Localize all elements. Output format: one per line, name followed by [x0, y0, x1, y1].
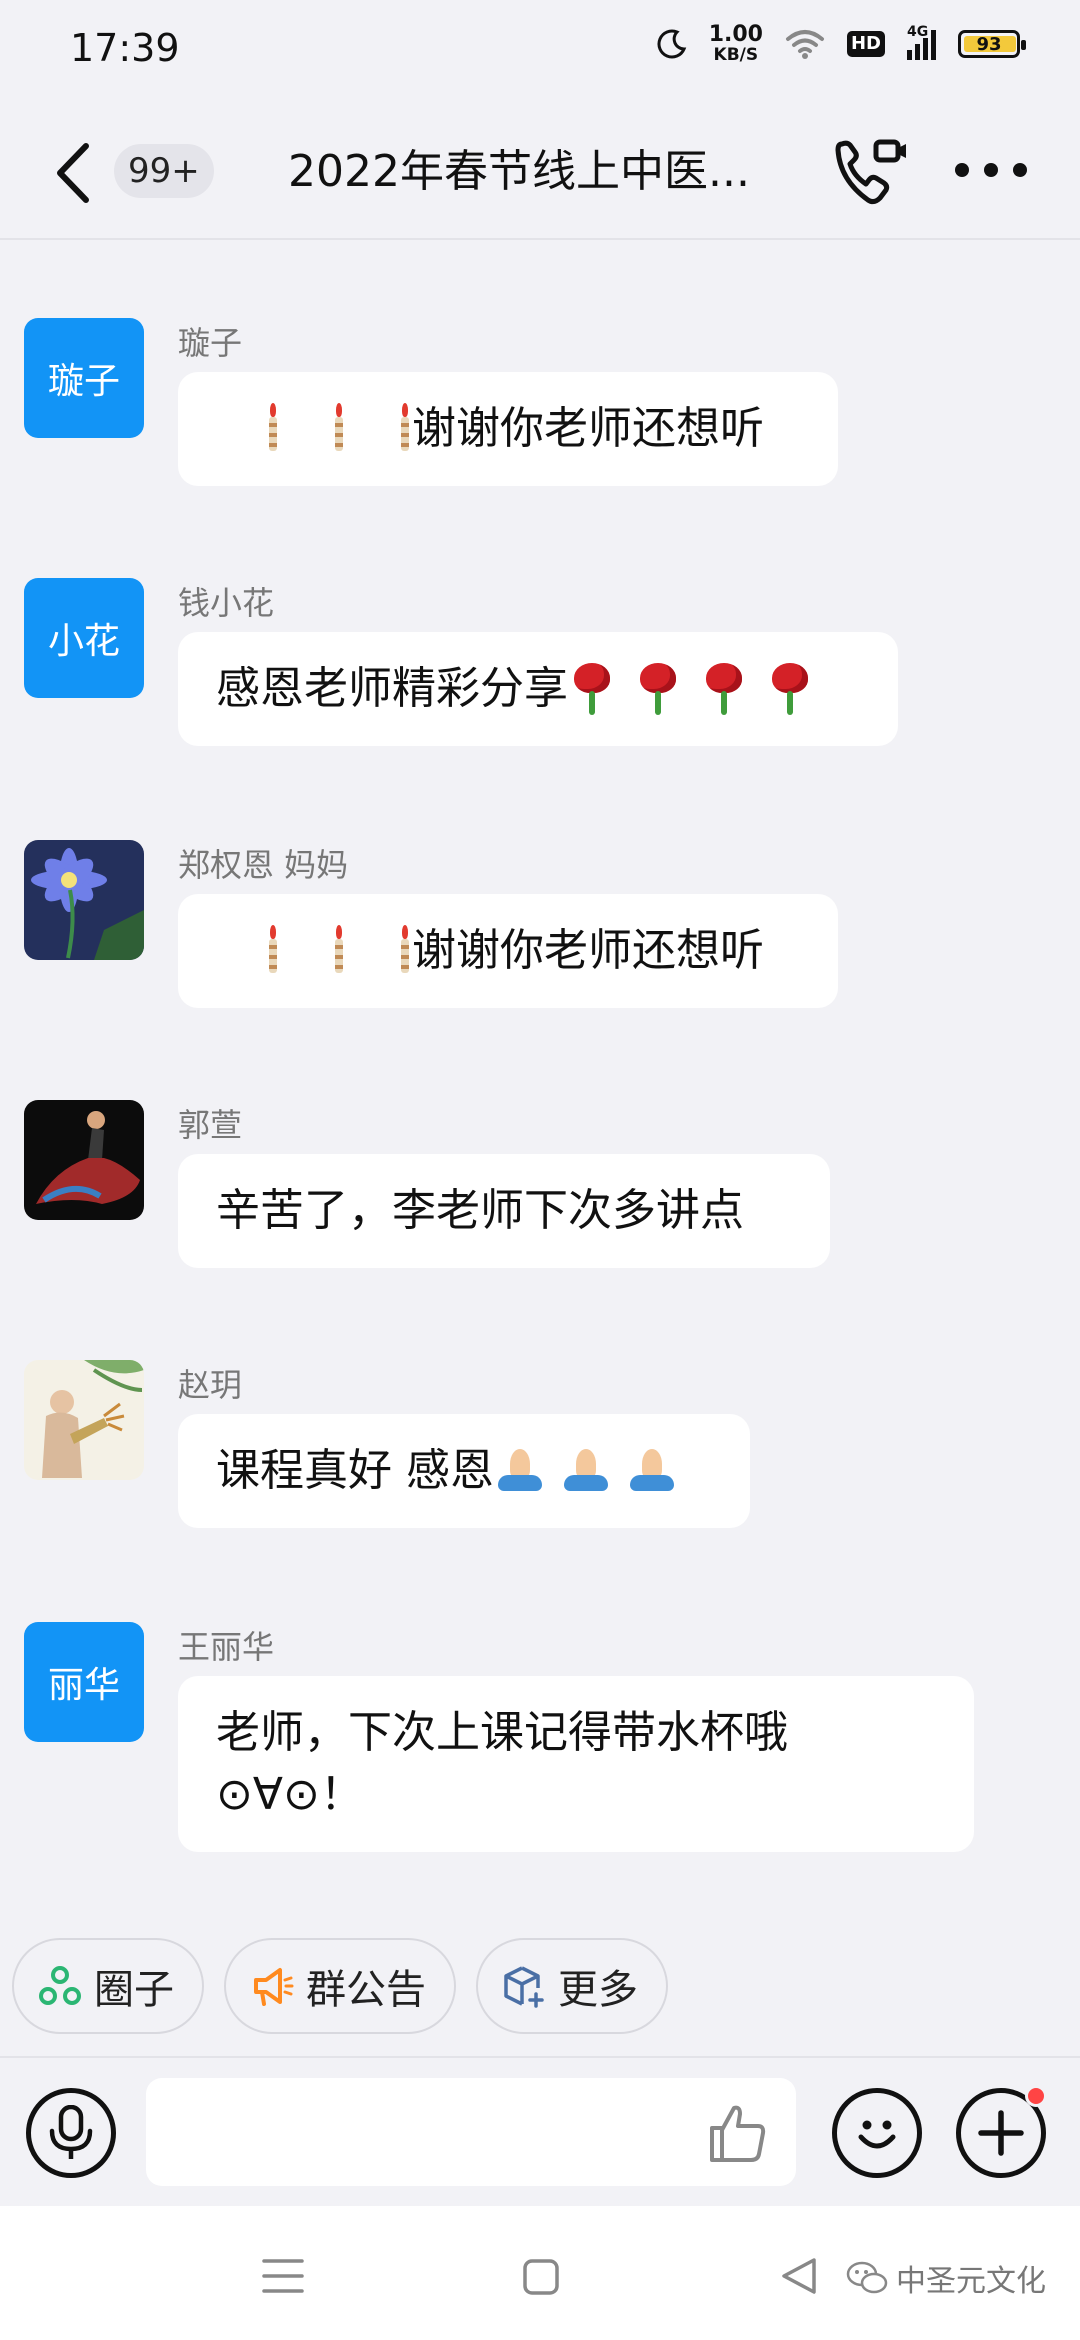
chip-more[interactable]: 更多 — [476, 1938, 668, 2034]
avatar[interactable]: 丽华 — [24, 1622, 144, 1742]
emoji-button[interactable] — [832, 2088, 922, 2178]
watermark: 中圣元文化 — [846, 2256, 1046, 2300]
praying-hands-emoji-icon — [564, 1447, 608, 1493]
message-bubble[interactable]: 课程真好 感恩 — [178, 1414, 750, 1528]
quick-chips: 圈子 群公告 更多 — [12, 1938, 668, 2034]
wifi-icon — [785, 30, 824, 59]
rose-emoji-icon — [768, 661, 812, 715]
message-bubble[interactable]: 辛苦了，李老师下次多讲点 — [178, 1154, 830, 1268]
chip-circle[interactable]: 圈子 — [12, 1938, 204, 2034]
message-bubble[interactable]: 谢谢你老师还想听 — [178, 372, 838, 486]
status-icons: 1.00 KB/S HD 4G 93 — [657, 22, 1026, 65]
message-bubble[interactable]: 感恩老师精彩分享 — [178, 632, 898, 746]
circle-group-icon — [39, 1966, 81, 2005]
plus-icon — [978, 2110, 1024, 2156]
add-button[interactable] — [956, 2085, 1047, 2178]
smile-icon — [858, 2120, 896, 2149]
message-text: 辛苦了，李老师下次多讲点 — [216, 1185, 744, 1236]
flower-photo-icon — [24, 840, 144, 960]
cube-plus-icon — [504, 1966, 544, 2008]
avatar[interactable]: 小花 — [24, 578, 144, 698]
system-nav-bar: 中圣元文化 — [0, 2206, 1080, 2340]
network-type: 4G — [907, 24, 929, 40]
unread-count-badge[interactable]: 99+ — [114, 144, 214, 198]
sender-name: 赵玥 — [178, 1366, 243, 1404]
dancer-photo-icon — [24, 1100, 144, 1220]
home-icon[interactable] — [522, 2258, 560, 2296]
chat-title[interactable]: 2022年春节线上中医... — [288, 142, 750, 202]
more-options-icon[interactable] — [955, 150, 1027, 190]
speed-unit: KB/S — [713, 45, 759, 65]
chat-header: 99+ 2022年春节线上中医... — [0, 100, 1080, 240]
candle-emoji-icon — [398, 925, 412, 973]
sender-name: 钱小花 — [178, 584, 275, 622]
status-bar: 17:39 1.00 KB/S HD 4G 93 — [0, 0, 1080, 100]
message-text: 感恩老师精彩分享 — [216, 663, 568, 714]
megaphone-icon — [254, 1968, 294, 2006]
candle-emoji-icon — [266, 925, 280, 973]
praying-hands-emoji-icon — [630, 1447, 674, 1493]
chip-label: 更多 — [558, 1967, 638, 2013]
watermark-text: 中圣元文化 — [896, 2264, 1046, 2299]
candle-emoji-icon — [332, 403, 346, 451]
praying-hands-emoji-icon — [498, 1447, 542, 1493]
message-text: 课程真好 感恩 — [216, 1445, 494, 1496]
back-nav-icon[interactable] — [780, 2256, 818, 2296]
back-icon[interactable] — [48, 140, 98, 206]
avatar[interactable] — [24, 1100, 144, 1220]
avatar-text: 璇子 — [47, 361, 120, 402]
notification-dot — [1025, 2085, 1047, 2107]
microphone-icon — [49, 2105, 93, 2159]
thumbs-up-icon[interactable] — [706, 2102, 768, 2164]
message-bubble[interactable]: 谢谢你老师还想听 — [178, 894, 838, 1008]
input-bar — [0, 2056, 1080, 2204]
status-time: 17:39 — [70, 26, 180, 70]
cell-signal: 4G — [907, 24, 936, 60]
chip-label: 圈子 — [94, 1967, 174, 2013]
voice-button[interactable] — [26, 2088, 116, 2178]
rose-emoji-icon — [636, 661, 680, 715]
sender-name: 郑权恩 妈妈 — [178, 846, 349, 884]
battery-level: 93 — [976, 33, 1002, 55]
rose-emoji-icon — [570, 661, 614, 715]
chip-announcement[interactable]: 群公告 — [224, 1938, 456, 2034]
sender-name: 王丽华 — [178, 1628, 275, 1666]
moon-icon — [657, 29, 686, 59]
avatar[interactable] — [24, 840, 144, 960]
message-input[interactable] — [146, 2078, 796, 2186]
speed-value: 1.00 — [708, 22, 763, 47]
avatar[interactable]: 璇子 — [24, 318, 144, 438]
message-text: 谢谢你老师还想听 — [412, 403, 764, 454]
hd-badge: HD — [846, 31, 885, 57]
battery-icon: 93 — [958, 30, 1026, 58]
candle-emoji-icon — [266, 403, 280, 451]
avatar-text: 小花 — [47, 621, 120, 662]
video-call-icon[interactable] — [832, 136, 910, 208]
message-bubble[interactable]: 老师，下次上课记得带水杯哦 ⊙∀⊙！ — [178, 1676, 974, 1852]
candle-emoji-icon — [332, 925, 346, 973]
avatar-text: 丽华 — [47, 1665, 120, 1706]
message-text-line-1: 老师，下次上课记得带水杯哦 — [216, 1707, 788, 1758]
message-text-line-2: ⊙∀⊙！ — [216, 1769, 364, 1820]
candle-emoji-icon — [398, 403, 412, 451]
menu-icon[interactable] — [262, 2258, 304, 2294]
rose-emoji-icon — [702, 661, 746, 715]
message-text: 谢谢你老师还想听 — [412, 925, 764, 976]
network-speed: 1.00 KB/S — [708, 22, 763, 65]
illustration-photo-icon — [24, 1360, 144, 1480]
wechat-icon — [846, 2261, 888, 2294]
sender-name: 璇子 — [178, 324, 243, 362]
sender-name: 郭萱 — [178, 1106, 243, 1144]
chip-label: 群公告 — [306, 1967, 426, 2013]
avatar[interactable] — [24, 1360, 144, 1480]
